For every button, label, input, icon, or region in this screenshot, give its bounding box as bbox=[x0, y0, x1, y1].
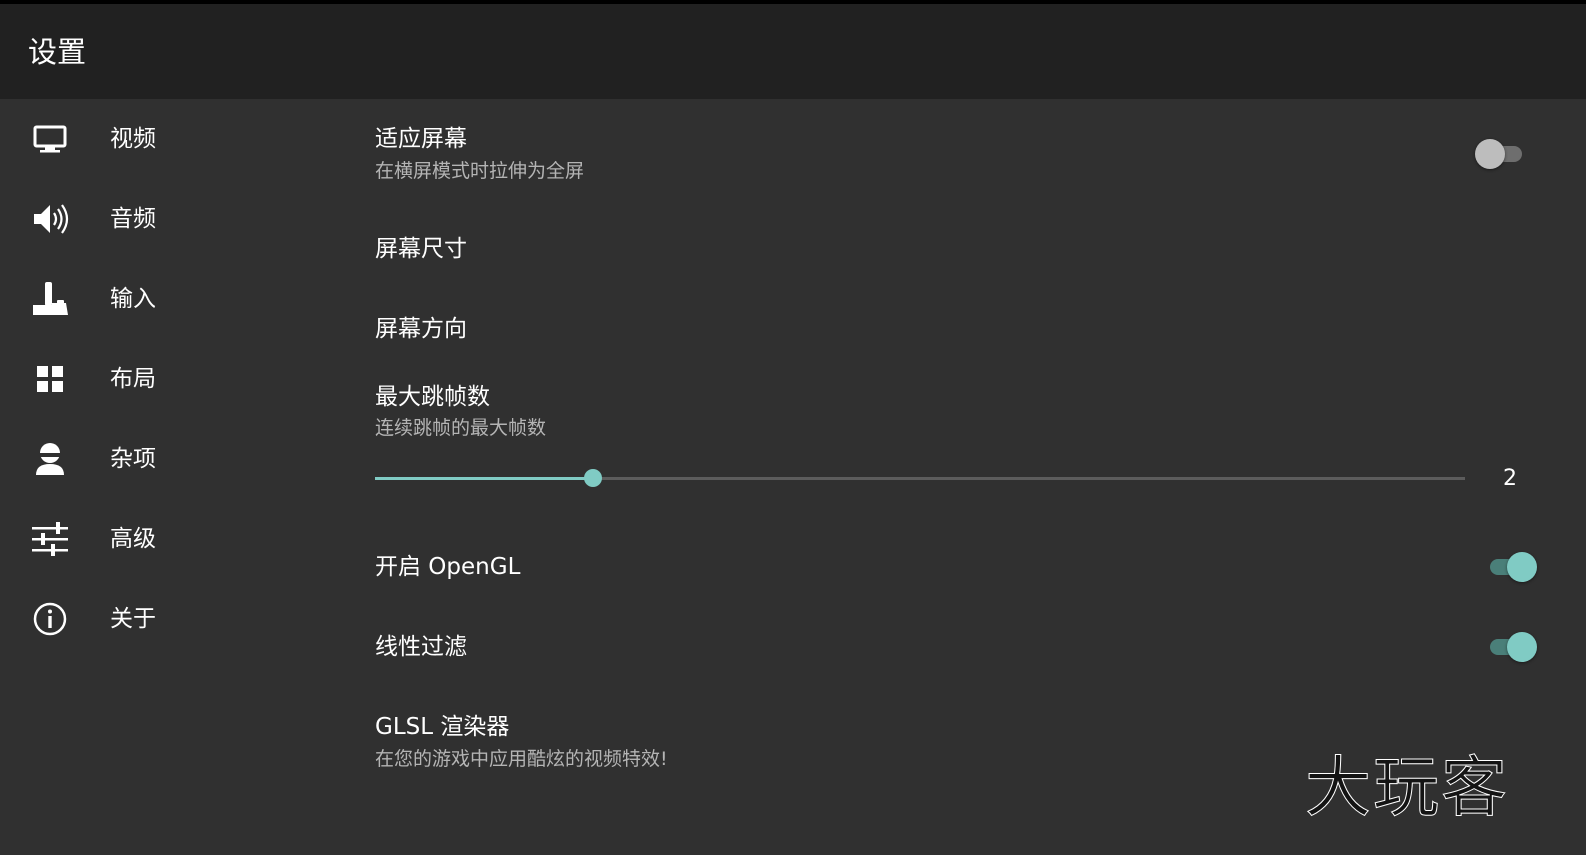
linear-filter-toggle[interactable] bbox=[1487, 628, 1537, 664]
sidebar-item-label: 关于 bbox=[110, 606, 156, 632]
toggle-thumb bbox=[1507, 632, 1537, 662]
max-frameskip-title: 最大跳帧数 bbox=[375, 384, 490, 410]
fit-screen-summary: 在横屏模式时拉伸为全屏 bbox=[375, 160, 585, 182]
monitor-icon bbox=[30, 119, 70, 159]
max-frameskip-summary: 连续跳帧的最大帧数 bbox=[375, 417, 547, 439]
app-bar: 设置 bbox=[0, 4, 1586, 99]
opengl-toggle[interactable] bbox=[1487, 548, 1537, 584]
max-frameskip-slider[interactable] bbox=[375, 467, 1465, 491]
opengl-title[interactable]: 开启 OpenGL bbox=[375, 552, 520, 582]
glsl-shader-title[interactable]: GLSL 渲染器 bbox=[375, 712, 509, 742]
toggle-thumb bbox=[1507, 552, 1537, 582]
sidebar-item-advanced[interactable]: 高级 bbox=[0, 499, 340, 579]
info-icon bbox=[30, 599, 70, 639]
screen-orientation-item[interactable]: 屏幕方向 bbox=[375, 314, 467, 344]
toggle-thumb bbox=[1475, 139, 1505, 169]
sidebar-item-label: 高级 bbox=[110, 526, 156, 552]
slider-fill bbox=[375, 477, 593, 480]
page-title: 设置 bbox=[28, 35, 87, 69]
sidebar-item-label: 输入 bbox=[110, 286, 156, 312]
sidebar-item-label: 音频 bbox=[110, 206, 156, 232]
sidebar-item-layout[interactable]: 布局 bbox=[0, 339, 340, 419]
glsl-shader-summary: 在您的游戏中应用酷炫的视频特效! bbox=[375, 748, 668, 770]
sidebar-item-video[interactable]: 视频 bbox=[0, 99, 340, 179]
watermark-logo: 大玩客 bbox=[1305, 749, 1509, 827]
fit-screen-title[interactable]: 适应屏幕 bbox=[375, 124, 467, 154]
sidebar-item-label: 布局 bbox=[110, 366, 156, 392]
sidebar-item-label: 视频 bbox=[110, 126, 156, 152]
linear-filter-title[interactable]: 线性过滤 bbox=[375, 632, 467, 662]
sidebar-item-label: 杂项 bbox=[110, 446, 156, 472]
grid-icon bbox=[30, 359, 70, 399]
sidebar-item-audio[interactable]: 音频 bbox=[0, 179, 340, 259]
joystick-icon bbox=[30, 279, 70, 319]
sidebar-item-misc[interactable]: 杂项 bbox=[0, 419, 340, 499]
sidebar-item-about[interactable]: 关于 bbox=[0, 579, 340, 659]
sidebar: 视频 音频 输入 布局 杂项 高级 关于 bbox=[0, 99, 340, 855]
settings-list: 适应屏幕 在横屏模式时拉伸为全屏 屏幕尺寸 屏幕方向 最大跳帧数 连续跳帧的最大… bbox=[340, 99, 1586, 855]
user-icon bbox=[30, 439, 70, 479]
speaker-icon bbox=[30, 199, 70, 239]
screen-size-item[interactable]: 屏幕尺寸 bbox=[375, 234, 467, 264]
sliders-icon bbox=[30, 519, 70, 559]
slider-thumb[interactable] bbox=[584, 469, 602, 487]
max-frameskip-value: 2 bbox=[1503, 466, 1517, 491]
sidebar-item-input[interactable]: 输入 bbox=[0, 259, 340, 339]
fit-screen-toggle[interactable] bbox=[1475, 135, 1525, 171]
